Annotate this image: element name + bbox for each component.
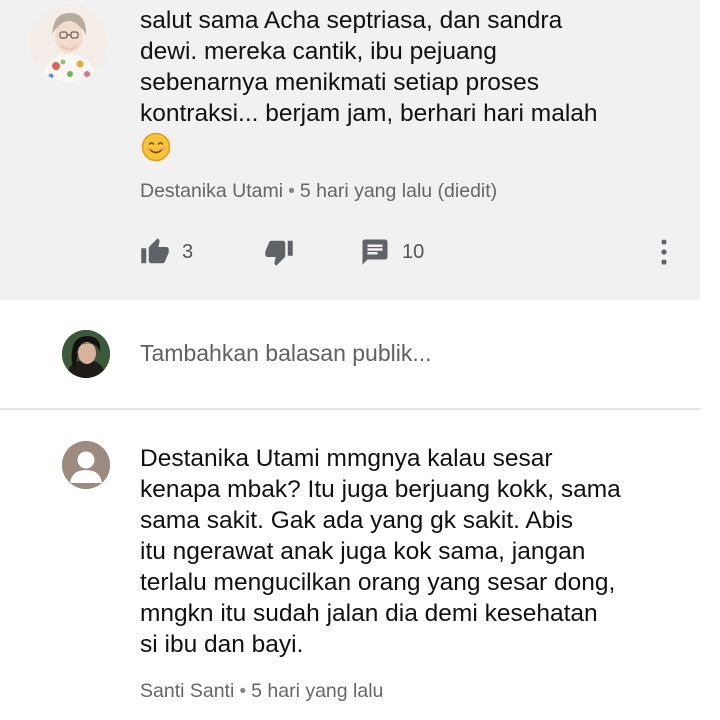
- comment-line: dewi. mereka cantik, ibu pejuang: [140, 38, 497, 65]
- thumbs-down-icon: [265, 240, 293, 266]
- comment-actions: 3 10: [140, 234, 680, 270]
- reply-button[interactable]: 10: [360, 234, 424, 270]
- comment-time: 5 hari yang lalu: [251, 680, 384, 702]
- comment-line: terlalu mengucilkan orang yang sesar don…: [140, 569, 616, 596]
- reply-count: 10: [402, 240, 425, 263]
- commenter-avatar[interactable]: [30, 4, 108, 82]
- comment-meta: Destanika Utami • 5 hari yang lalu (diedit…: [140, 180, 497, 203]
- default-avatar-icon: [62, 441, 110, 489]
- smiling-face-emoji-icon: [141, 132, 171, 162]
- like-button[interactable]: 3: [140, 234, 193, 270]
- meta-separator: •: [288, 180, 295, 202]
- comment-text: salut sama Acha septriasa, dan sandra de…: [140, 5, 700, 129]
- more-vertical-icon: [661, 239, 667, 265]
- commenter-avatar[interactable]: [62, 441, 110, 489]
- comment-line: kenapa mbak? Itu juga berjuang kokk, sam…: [140, 476, 621, 503]
- meta-separator: •: [239, 680, 247, 702]
- author-name[interactable]: Santi Santi: [140, 680, 234, 702]
- edge-strip: [700, 0, 720, 720]
- dislike-button[interactable]: [264, 234, 294, 270]
- comment-line: mngkn itu sudah jalan dia demi kesehatan: [140, 600, 598, 627]
- comment-line: kontraksi... berjam jam, berhari hari ma…: [140, 100, 598, 127]
- comment-meta: Santi Santi • 5 hari yang lalu: [140, 680, 383, 703]
- user-photo: [62, 330, 110, 378]
- avatar-illustration: [30, 4, 108, 82]
- comment-line: sebenarnya menikmati setiap proses: [140, 69, 540, 96]
- comment-line: salut sama Acha septriasa, dan sandra: [140, 7, 563, 34]
- user-avatar: [62, 330, 110, 378]
- comment-text: Destanika Utami mmgnya kalau sesar kenap…: [140, 443, 700, 660]
- thumbs-up-icon: [141, 238, 169, 264]
- more-options-button[interactable]: [652, 234, 676, 270]
- comment-line: si ibu dan bayi.: [140, 631, 304, 658]
- comment-icon: [362, 239, 388, 265]
- comment-line: sama sakit. Gak ada yang gk sakit. Abis: [140, 507, 574, 534]
- comment-time: 5 hari yang lalu (diedit): [299, 180, 498, 202]
- author-name[interactable]: Destanika Utami: [140, 180, 283, 202]
- divider: [0, 408, 700, 410]
- comment-line: Destanika Utami mmgnya kalau sesar: [140, 445, 553, 472]
- reply-input[interactable]: Tambahkan balasan publik...: [140, 340, 432, 367]
- comment-line: itu ngerawat anak juga kok sama, jangan: [140, 538, 586, 565]
- like-count: 3: [182, 240, 194, 263]
